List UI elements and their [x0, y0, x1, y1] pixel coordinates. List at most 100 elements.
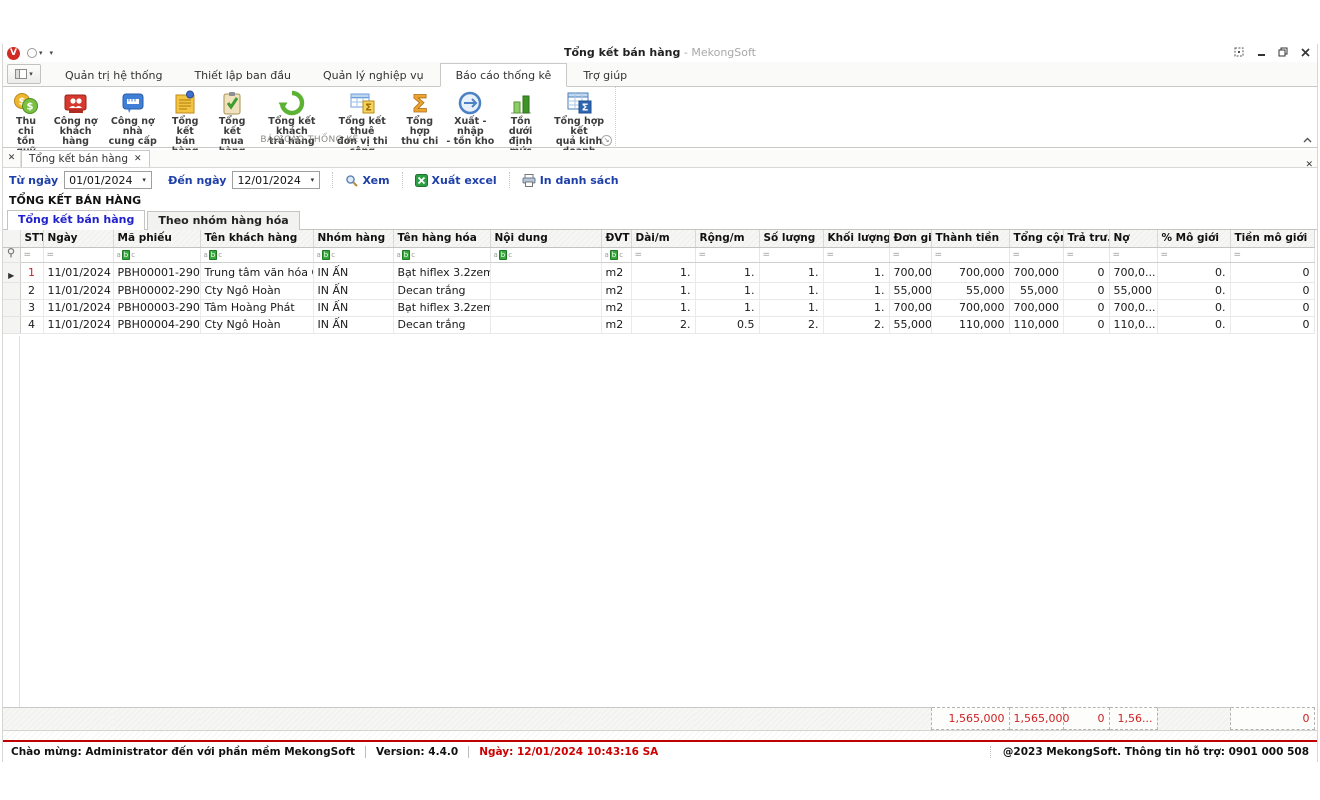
- grid-cell[interactable]: 11/01/2024: [43, 299, 113, 316]
- column-header[interactable]: % Mô giới: [1157, 230, 1230, 247]
- grid-cell[interactable]: 0: [1063, 299, 1109, 316]
- grid-cell[interactable]: 0.: [1157, 282, 1230, 299]
- grid-cell[interactable]: Decan trắng: [393, 316, 490, 333]
- grid-cell[interactable]: 0: [1063, 282, 1109, 299]
- grid-cell[interactable]: 110,000: [1009, 316, 1063, 333]
- grid-row[interactable]: 211/01/2024PBH00002-290...Cty Ngô HoànIN…: [3, 282, 1314, 299]
- to-date-picker[interactable]: ▾: [232, 171, 320, 189]
- grid-cell[interactable]: IN ẤN: [313, 299, 393, 316]
- grid-cell[interactable]: PBH00004-290...: [113, 316, 200, 333]
- minimize-button[interactable]: [1255, 46, 1267, 58]
- column-header[interactable]: ĐVT: [601, 230, 631, 247]
- grid-cell[interactable]: 700,0...: [1109, 262, 1157, 282]
- grid-cell[interactable]: 700,000: [1009, 299, 1063, 316]
- close-button[interactable]: [1299, 46, 1311, 58]
- restore-button[interactable]: [1277, 46, 1289, 58]
- grid-cell[interactable]: 0: [1230, 262, 1314, 282]
- column-header[interactable]: Nợ: [1109, 230, 1157, 247]
- grid-cell[interactable]: 1.: [631, 262, 695, 282]
- grid-cell[interactable]: 2.: [823, 316, 889, 333]
- column-header[interactable]: Tổng cộng: [1009, 230, 1063, 247]
- column-header[interactable]: Nhóm hàng: [313, 230, 393, 247]
- column-header[interactable]: Khối lượng: [823, 230, 889, 247]
- grid-cell[interactable]: 4: [20, 316, 43, 333]
- column-header[interactable]: Nội dung: [490, 230, 601, 247]
- grid-cell[interactable]: 700,000: [889, 299, 931, 316]
- grid-cell[interactable]: 1.: [631, 282, 695, 299]
- grid-cell[interactable]: 0: [1063, 262, 1109, 282]
- grid-cell[interactable]: 3: [20, 299, 43, 316]
- column-header[interactable]: Số lượng: [759, 230, 823, 247]
- column-filter-cell[interactable]: abc: [601, 247, 631, 262]
- column-header[interactable]: Tiền mô giới: [1230, 230, 1314, 247]
- grid-cell[interactable]: 11/01/2024: [43, 282, 113, 299]
- grid-cell[interactable]: 1.: [823, 262, 889, 282]
- grid-cell[interactable]: IN ẤN: [313, 316, 393, 333]
- grid-cell[interactable]: 55,000: [1009, 282, 1063, 299]
- grid-cell[interactable]: m2: [601, 316, 631, 333]
- column-header[interactable]: Đơn giá: [889, 230, 931, 247]
- close-all-tabs-button[interactable]: ✕: [3, 150, 21, 167]
- grid-cell[interactable]: PBH00001-290...: [113, 262, 200, 282]
- grid-cell[interactable]: 0: [1063, 316, 1109, 333]
- grid-cell[interactable]: Bạt hiflex 3.2zem: [393, 299, 490, 316]
- column-filter-cell[interactable]: =: [823, 247, 889, 262]
- grid-cell[interactable]: [490, 316, 601, 333]
- grid-cell[interactable]: 1.: [695, 262, 759, 282]
- grid-cell[interactable]: 55,000: [889, 316, 931, 333]
- grid-cell[interactable]: 1.: [759, 299, 823, 316]
- grid-cell[interactable]: 55,000: [1109, 282, 1157, 299]
- grid-cell[interactable]: 1.: [695, 299, 759, 316]
- ribbon-panel-button[interactable]: ▾: [7, 64, 41, 84]
- grid-cell[interactable]: [490, 262, 601, 282]
- export-excel-button[interactable]: Xuất excel: [415, 174, 497, 187]
- grid-cell[interactable]: 1: [20, 262, 43, 282]
- from-date-input[interactable]: [65, 174, 137, 187]
- grid-cell[interactable]: 0.: [1157, 316, 1230, 333]
- grid-cell[interactable]: 1.: [631, 299, 695, 316]
- ribbon-tab[interactable]: Trợ giúp: [567, 63, 643, 87]
- grid-cell[interactable]: IN ẤN: [313, 282, 393, 299]
- ribbon-tab[interactable]: Quản trị hệ thống: [49, 63, 178, 87]
- to-date-input[interactable]: [233, 174, 305, 187]
- column-header[interactable]: Ngày: [43, 230, 113, 247]
- print-list-button[interactable]: In danh sách: [522, 174, 619, 187]
- column-filter-cell[interactable]: abc: [113, 247, 200, 262]
- column-filter-cell[interactable]: =: [43, 247, 113, 262]
- report-tab[interactable]: Tổng kết bán hàng: [7, 210, 145, 230]
- column-header[interactable]: Tên khách hàng: [200, 230, 313, 247]
- column-filter-cell[interactable]: =: [1157, 247, 1230, 262]
- grid-cell[interactable]: 1.: [823, 299, 889, 316]
- grid-row[interactable]: 411/01/2024PBH00004-290...Cty Ngô HoànIN…: [3, 316, 1314, 333]
- grid-cell[interactable]: 11/01/2024: [43, 316, 113, 333]
- grid-cell[interactable]: 0: [1230, 316, 1314, 333]
- grid-row[interactable]: 311/01/2024PBH00003-290...Tâm Hoàng Phát…: [3, 299, 1314, 316]
- column-header[interactable]: STT: [20, 230, 43, 247]
- grid-cell[interactable]: 0.: [1157, 299, 1230, 316]
- column-filter-cell[interactable]: abc: [200, 247, 313, 262]
- chevron-down-icon[interactable]: ▾: [305, 172, 319, 188]
- column-header[interactable]: Mã phiếu: [113, 230, 200, 247]
- ribbon-tab[interactable]: Thiết lập ban đầu: [178, 63, 307, 87]
- grid-cell[interactable]: 2: [20, 282, 43, 299]
- grid-cell[interactable]: m2: [601, 262, 631, 282]
- ribbon-tab[interactable]: Báo cáo thống kê: [440, 63, 568, 87]
- grid-cell[interactable]: 2.: [631, 316, 695, 333]
- grid-cell[interactable]: 0: [1230, 282, 1314, 299]
- column-filter-cell[interactable]: =: [1109, 247, 1157, 262]
- grid-cell[interactable]: 2.: [759, 316, 823, 333]
- grid-cell[interactable]: Cty Ngô Hoàn: [200, 316, 313, 333]
- grid-cell[interactable]: Tâm Hoàng Phát: [200, 299, 313, 316]
- from-date-picker[interactable]: ▾: [64, 171, 152, 189]
- column-filter-cell[interactable]: =: [1230, 247, 1314, 262]
- column-filter-cell[interactable]: =: [931, 247, 1009, 262]
- grid-row[interactable]: ▶111/01/2024PBH00001-290...Trung tâm văn…: [3, 262, 1314, 282]
- grid-cell[interactable]: 110,0...: [1109, 316, 1157, 333]
- grid-cell[interactable]: PBH00002-290...: [113, 282, 200, 299]
- column-filter-cell[interactable]: =: [695, 247, 759, 262]
- grid-cell[interactable]: Decan trắng: [393, 282, 490, 299]
- grid-cell[interactable]: m2: [601, 299, 631, 316]
- column-header[interactable]: Dài/m: [631, 230, 695, 247]
- column-header[interactable]: Thành tiền: [931, 230, 1009, 247]
- dialog-launcher-icon[interactable]: ↘: [601, 135, 612, 146]
